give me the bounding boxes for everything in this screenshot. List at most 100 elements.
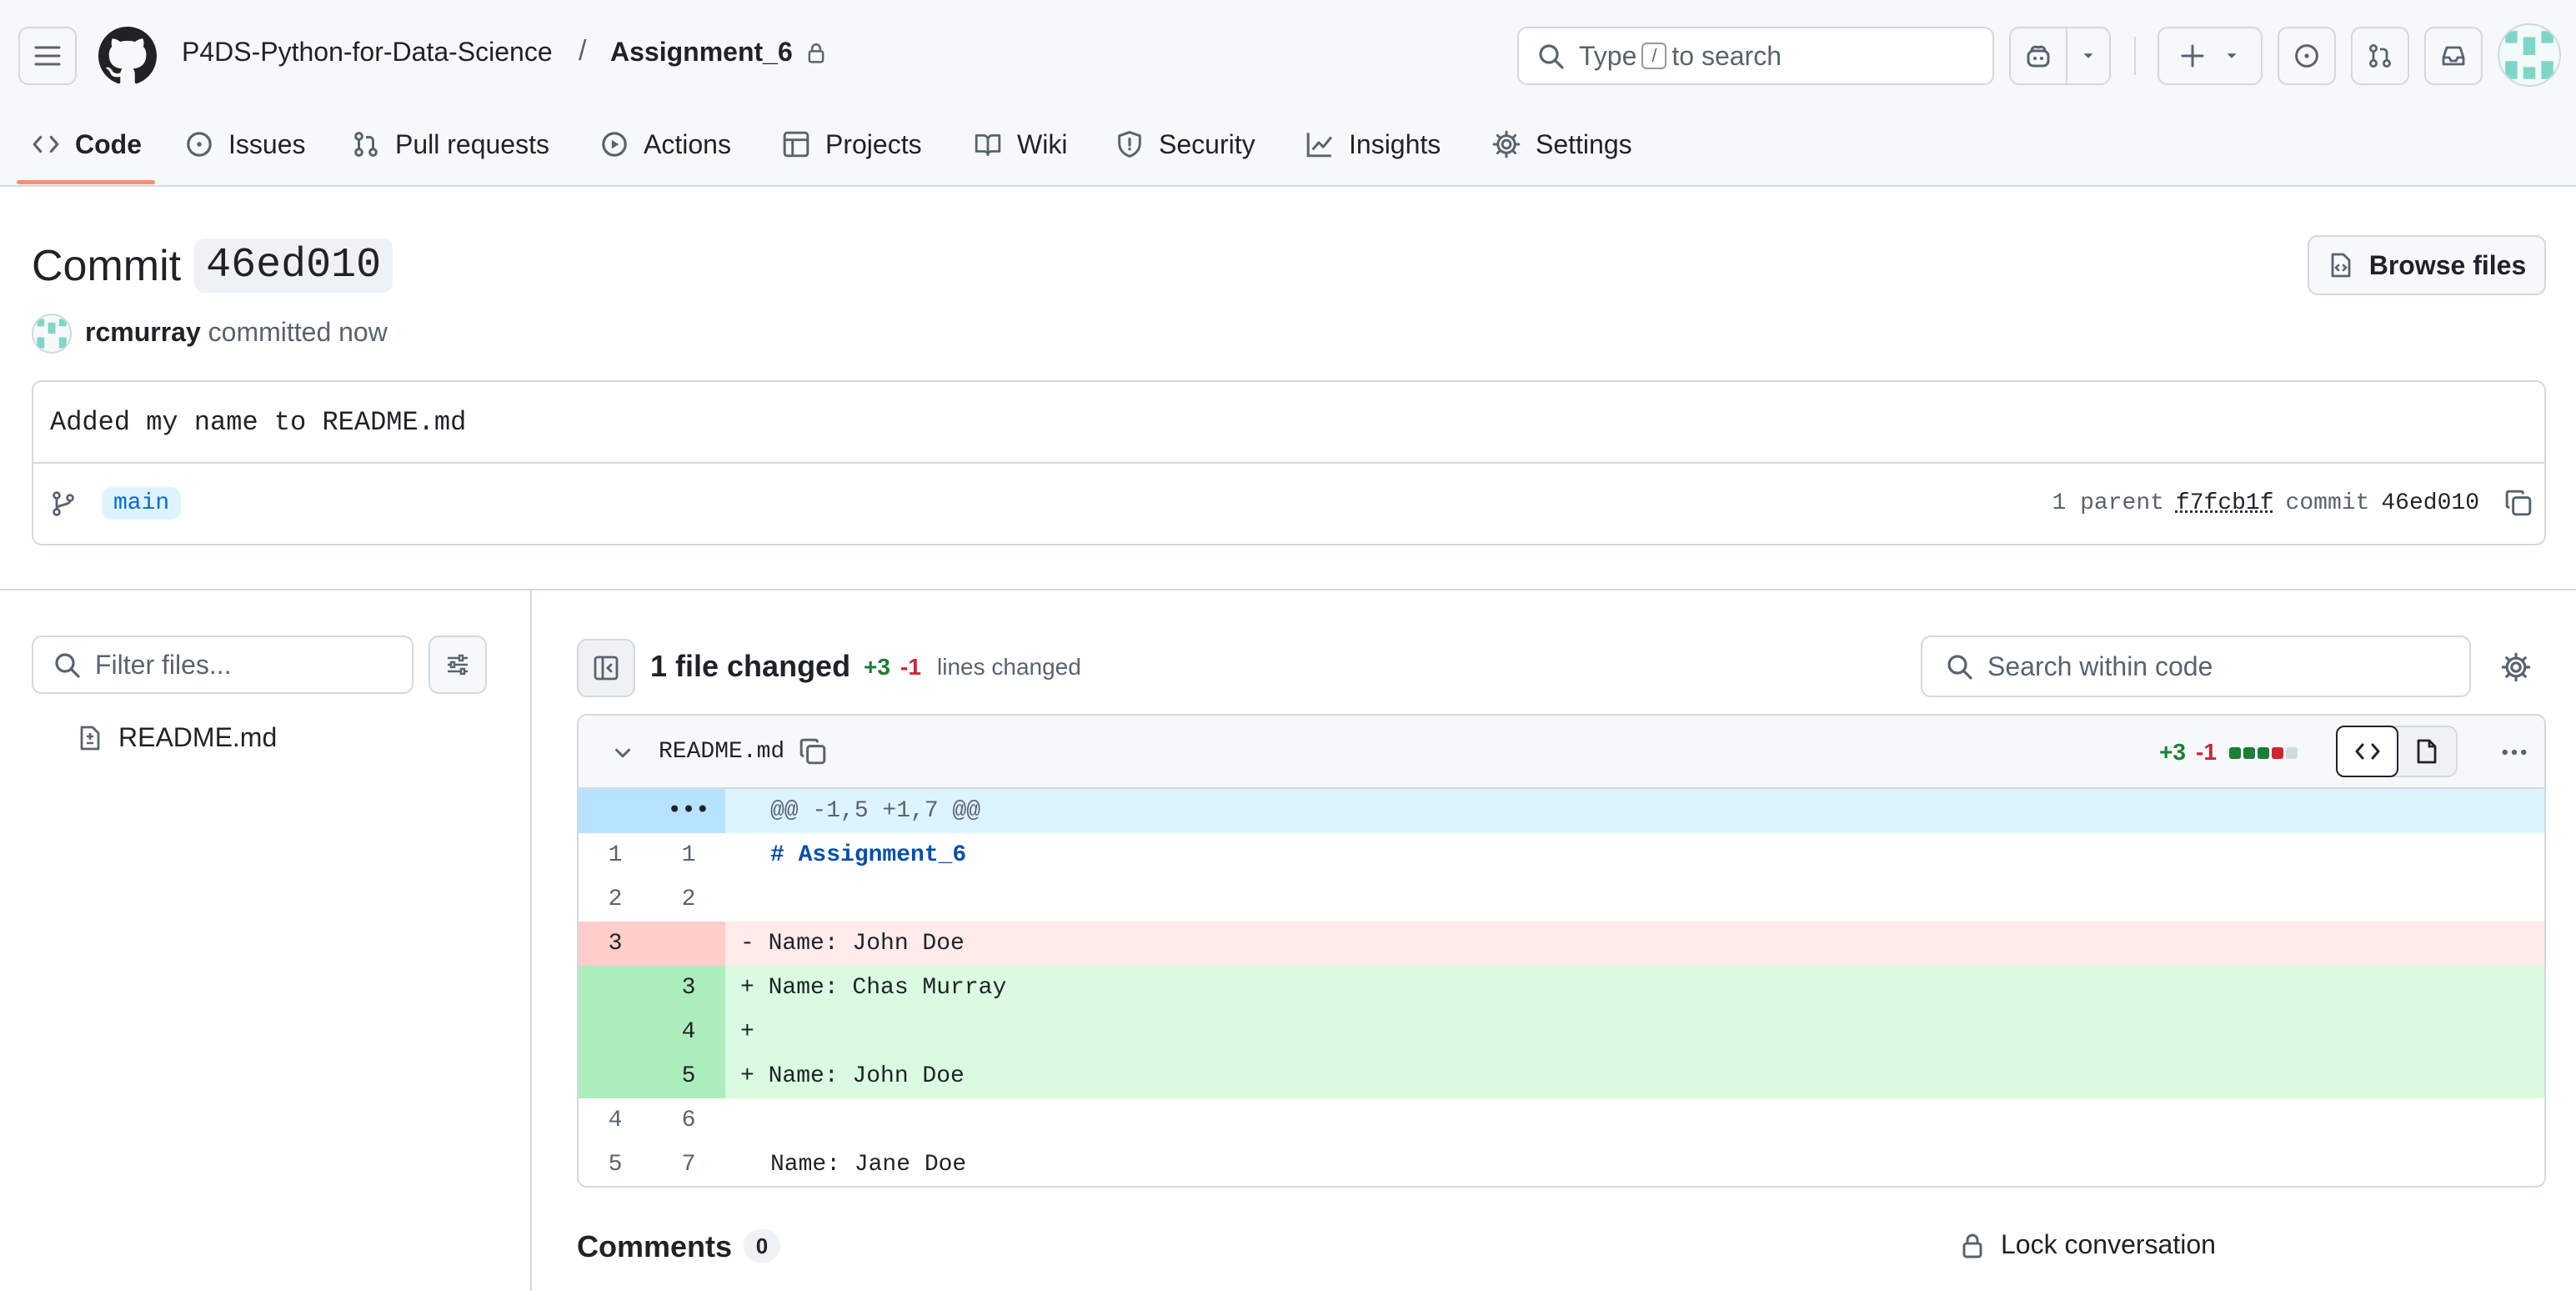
github-logo-icon[interactable] <box>98 27 157 85</box>
diff-stat-del-box <box>2272 747 2283 759</box>
file-tree-item[interactable]: README.md <box>77 722 277 753</box>
new-line-number: 6 <box>681 1108 696 1133</box>
old-line-number <box>579 1054 652 1098</box>
search-shortcut-key: / <box>1641 43 1667 69</box>
kebab-horizontal-icon[interactable] <box>2499 737 2529 767</box>
section-divider <box>0 589 2576 590</box>
hamburger-icon <box>34 46 61 66</box>
repo-name-label: Assignment_6 <box>610 37 793 67</box>
commit-title-prefix: Commit <box>32 241 182 290</box>
file-additions: +3 <box>2159 739 2186 765</box>
diff-line-code: - Name: John Doe <box>740 931 965 957</box>
triangle-down-icon <box>2083 53 2093 58</box>
diff-line: 46 <box>579 1098 2544 1143</box>
file-icon <box>2417 739 2436 764</box>
table-icon <box>783 131 809 158</box>
filter-files-input[interactable]: Filter files... <box>32 635 413 694</box>
search-hint-after: to search <box>1671 40 1782 71</box>
tab-label: Insights <box>1349 128 1441 159</box>
old-line-number: 5 <box>608 1152 623 1178</box>
diff-file: README.md +3 -1 ••• @@ -1,5 +1,7 @@ 1 1 # As… <box>577 714 2546 1188</box>
copilot-dropdown-button[interactable] <box>2066 27 2111 85</box>
gear-icon <box>1492 130 1521 158</box>
global-search-input[interactable]: Type / to search <box>1517 27 1994 85</box>
commit-message-box: Added my name to README.md main 1 parent… <box>32 380 2546 545</box>
old-line-number: 3 <box>579 922 652 966</box>
browse-files-button[interactable]: Browse files <box>2308 235 2546 295</box>
copilot-button[interactable] <box>2009 27 2067 85</box>
tab-pull-requests[interactable]: Pull requests <box>352 123 549 165</box>
file-code-icon <box>2331 253 2351 278</box>
diff-line: 3 - Name: John Doe <box>579 922 2544 966</box>
lines-changed-label: lines changed <box>937 654 1081 680</box>
inbox-button[interactable] <box>2424 27 2483 85</box>
commit-sha-badge: 46ed010 <box>194 239 393 293</box>
diff-line: 4 + <box>579 1010 2544 1054</box>
tab-wiki[interactable]: Wiki <box>974 123 1067 165</box>
diff-file-header: README.md +3 -1 <box>579 716 2544 789</box>
copy-icon[interactable] <box>799 737 827 766</box>
diff-hunk-header[interactable]: ••• @@ -1,5 +1,7 @@ <box>579 789 2544 833</box>
expand-hunk-button[interactable]: ••• <box>652 789 725 833</box>
diff-line-code: + <box>740 1019 754 1045</box>
code-view-button[interactable] <box>2336 726 2398 777</box>
old-line-number: 2 <box>608 887 623 912</box>
new-line-number: 4 <box>652 1010 725 1054</box>
pull-requests-button[interactable] <box>2351 27 2409 85</box>
tab-code[interactable]: Code <box>32 123 142 165</box>
git-branch-icon <box>53 491 74 516</box>
active-tab-indicator <box>17 180 155 184</box>
new-line-number: 7 <box>681 1152 696 1178</box>
shield-icon <box>1118 131 1141 158</box>
committed-time: committed now <box>208 317 388 347</box>
tab-actions[interactable]: Actions <box>600 123 731 165</box>
git-pull-request-icon <box>2369 44 2391 68</box>
repo-owner-link[interactable]: P4DS-Python-for-Data-Science <box>182 37 553 68</box>
issue-opened-icon <box>187 132 212 157</box>
chevron-down-icon[interactable] <box>610 741 635 766</box>
code-icon <box>33 135 59 153</box>
diff-stat-add-box <box>2258 747 2269 759</box>
repo-name-link[interactable]: Assignment_6 <box>610 37 827 68</box>
copilot-icon <box>2027 45 2050 68</box>
search-icon <box>1947 655 1972 680</box>
new-line-number <box>652 922 725 966</box>
author-avatar[interactable] <box>32 314 72 354</box>
code-icon <box>2355 743 2379 760</box>
create-new-button[interactable] <box>2158 27 2263 85</box>
tab-issues[interactable]: Issues <box>185 123 305 165</box>
diff-filename[interactable]: README.md <box>659 739 784 765</box>
tab-projects[interactable]: Projects <box>782 123 922 165</box>
sliders-icon <box>448 654 468 676</box>
deletions-count: -1 <box>900 654 921 680</box>
page-title: Commit 46ed010 <box>32 239 393 293</box>
lock-conversation-button[interactable]: Lock conversation <box>1959 1229 2216 1260</box>
toggle-file-tree-button[interactable] <box>577 639 635 697</box>
filter-options-button[interactable] <box>428 635 487 694</box>
tab-security[interactable]: Security <box>1115 123 1255 165</box>
diff-view-toggle <box>2336 726 2458 777</box>
commit-author-line: rcmurray committed now <box>85 317 388 348</box>
play-icon <box>602 132 627 157</box>
breadcrumb-separator: / <box>579 35 587 67</box>
user-avatar[interactable] <box>2498 23 2561 87</box>
tab-label: Actions <box>644 128 731 159</box>
tab-insights[interactable]: Insights <box>1306 123 1441 165</box>
branch-badge[interactable]: main <box>102 487 182 520</box>
diff-line: 5 7 Name: Jane Doe <box>579 1143 2544 1186</box>
copy-icon[interactable] <box>2504 489 2533 517</box>
git-pull-request-icon <box>354 132 378 157</box>
tab-settings[interactable]: Settings <box>1492 123 1632 165</box>
author-name-link[interactable]: rcmurray <box>85 317 201 347</box>
global-header: P4DS-Python-for-Data-Science / Assignmen… <box>0 0 2576 187</box>
graph-icon <box>1306 133 1332 158</box>
search-within-code-input[interactable]: Search within code <box>1921 635 2471 697</box>
rich-view-button[interactable] <box>2397 727 2456 776</box>
menu-button[interactable] <box>18 27 77 85</box>
issues-button[interactable] <box>2278 27 2336 85</box>
gear-icon[interactable] <box>2501 652 2531 682</box>
book-icon <box>975 133 1001 157</box>
new-line-number: 1 <box>681 842 696 868</box>
parent-sha-link[interactable]: f7fcb1f <box>2176 490 2274 516</box>
triangle-down-icon <box>2227 53 2237 58</box>
